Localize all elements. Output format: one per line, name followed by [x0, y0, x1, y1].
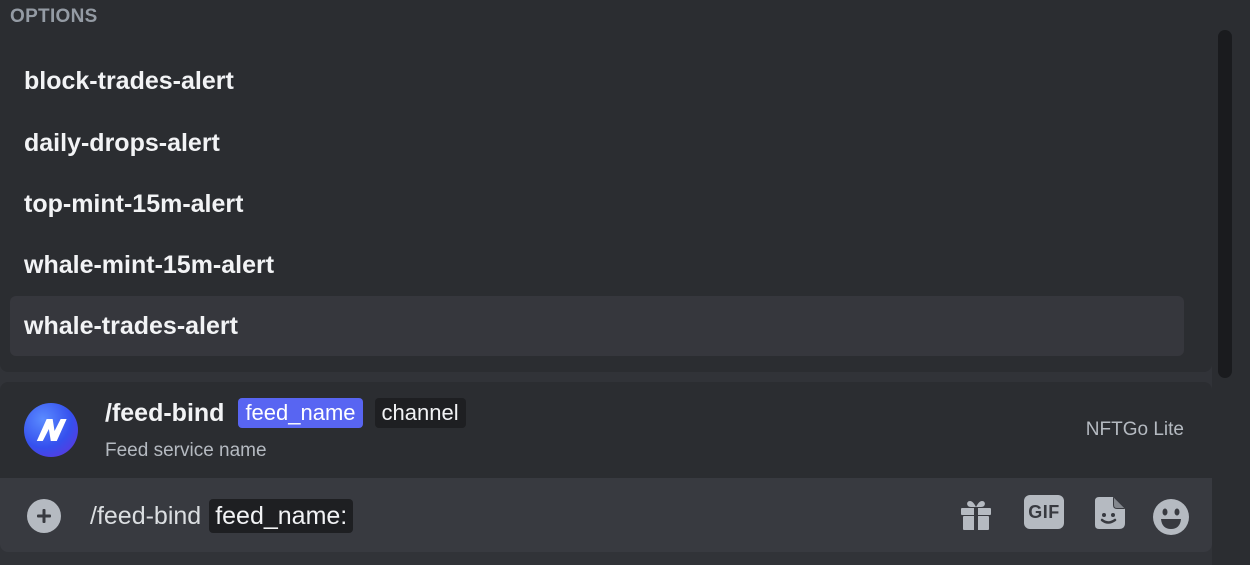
option-daily-drops-alert[interactable]: daily-drops-alert	[10, 113, 1184, 173]
gift-icon	[961, 501, 991, 530]
options-header: OPTIONS	[10, 6, 98, 27]
command-signature: /feed-bind feed_name channel	[105, 398, 478, 428]
message-composer: /feed-bind feed_name: GIF	[0, 478, 1212, 552]
message-input[interactable]: /feed-bind feed_name:	[90, 498, 354, 534]
add-attachment-button[interactable]	[27, 499, 61, 533]
sticker-icon	[1095, 497, 1125, 529]
sticker-button[interactable]	[1091, 495, 1127, 531]
option-whale-mint-15m-alert[interactable]: whale-mint-15m-alert	[10, 235, 1184, 295]
gif-button[interactable]: GIF	[1024, 495, 1064, 529]
bot-avatar	[24, 403, 78, 457]
option-label: block-trades-alert	[24, 66, 234, 95]
emoji-button[interactable]	[1151, 497, 1191, 537]
add-icon	[37, 509, 51, 523]
command-name: /feed-bind	[105, 398, 225, 427]
option-chip-feed-name[interactable]: feed_name:	[209, 499, 354, 533]
option-top-mint-15m-alert[interactable]: top-mint-15m-alert	[10, 174, 1184, 234]
param-feed-name[interactable]: feed_name	[238, 398, 363, 428]
gif-icon: GIF	[1028, 501, 1060, 522]
command-preview: /feed-bind feed_name channel Feed servic…	[0, 382, 1212, 478]
options-popup: OPTIONS block-trades-alert daily-drops-a…	[0, 0, 1212, 372]
option-label: top-mint-15m-alert	[24, 189, 244, 218]
option-label: whale-mint-15m-alert	[24, 250, 275, 279]
option-block-trades-alert[interactable]: block-trades-alert	[10, 51, 1184, 111]
option-label: whale-trades-alert	[24, 311, 238, 340]
nftgo-logo-icon	[36, 419, 67, 441]
command-input-text: /feed-bind	[90, 501, 202, 530]
param-channel[interactable]: channel	[374, 398, 466, 428]
emoji-icon	[1153, 499, 1189, 535]
bot-name: NFTGo Lite	[1085, 419, 1184, 440]
command-description: Feed service name	[105, 440, 267, 461]
option-label: daily-drops-alert	[24, 128, 220, 157]
gift-button[interactable]	[958, 496, 994, 532]
scrollbar-thumb[interactable]	[1218, 30, 1232, 378]
option-whale-trades-alert[interactable]: whale-trades-alert	[10, 296, 1184, 356]
